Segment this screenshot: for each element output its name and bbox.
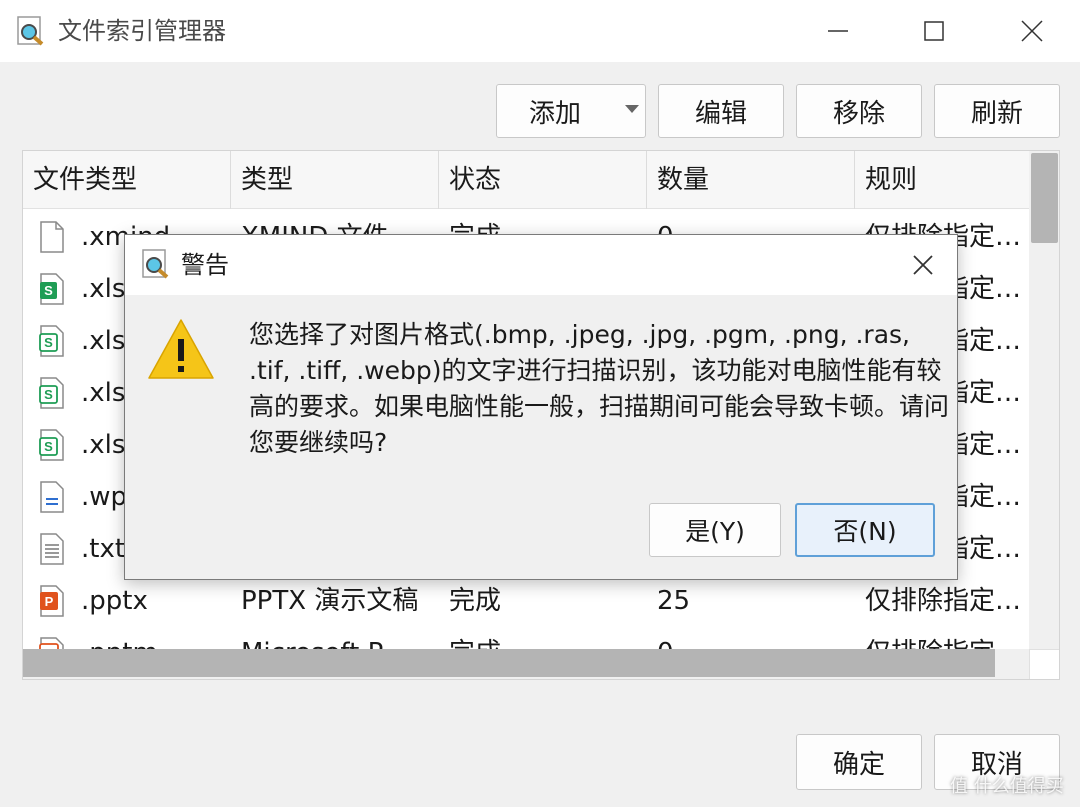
edit-button-label: 编辑 xyxy=(694,98,747,129)
maximize-icon xyxy=(924,21,944,41)
table-header: 文件类型 类型 状态 数量 规则 xyxy=(23,151,1029,209)
ok-button-label: 确定 xyxy=(832,749,885,780)
close-icon xyxy=(913,255,933,275)
spreadsheet-outline-icon: S xyxy=(39,325,64,357)
no-button[interactable]: 否(N) xyxy=(795,503,935,557)
minimize-icon xyxy=(828,30,848,32)
window-title: 文件索引管理器 xyxy=(58,17,226,45)
yes-button[interactable]: 是(Y) xyxy=(649,503,781,557)
magnifier-app-icon xyxy=(17,16,44,46)
svg-text:S: S xyxy=(44,387,53,402)
text-file-icon xyxy=(40,533,64,565)
minimize-button[interactable] xyxy=(818,12,858,50)
close-icon xyxy=(1021,20,1043,42)
column-header-count[interactable]: 数量 xyxy=(647,151,855,209)
svg-text:S: S xyxy=(44,439,53,454)
document-blue-icon xyxy=(40,481,64,513)
column-header-type[interactable]: 类型 xyxy=(231,151,439,209)
svg-text:P: P xyxy=(45,594,54,609)
yes-button-label: 是(Y) xyxy=(685,517,745,546)
column-header-status[interactable]: 状态 xyxy=(439,151,647,209)
magnifier-app-icon xyxy=(142,249,169,279)
warning-icon xyxy=(148,319,214,379)
spreadsheet-outline-icon: S xyxy=(39,429,64,461)
cell-rule: 仅排除指定… xyxy=(865,586,1022,616)
close-button[interactable] xyxy=(1012,12,1052,50)
add-button-label: 添加 xyxy=(529,98,582,129)
watermark-text: 值 什么值得买 xyxy=(950,776,1064,797)
cell-type: PPTX 演示文稿 xyxy=(241,586,419,616)
cell-status: 完成 xyxy=(449,586,502,616)
horizontal-scrollbar[interactable] xyxy=(23,649,1029,679)
vertical-scroll-thumb[interactable] xyxy=(1031,153,1058,243)
dialog-title: 警告 xyxy=(181,251,229,279)
column-header-file-type[interactable]: 文件类型 xyxy=(23,151,231,209)
spreadsheet-green-icon: S xyxy=(40,273,64,305)
cell-extension: .pptx xyxy=(81,586,148,616)
remove-button[interactable]: 移除 xyxy=(796,84,922,138)
vertical-scrollbar[interactable] xyxy=(1029,151,1059,649)
remove-button-label: 移除 xyxy=(832,98,885,129)
blank-file-icon xyxy=(40,221,64,253)
horizontal-scroll-thumb[interactable] xyxy=(23,649,995,677)
svg-text:S: S xyxy=(44,283,53,298)
no-button-label: 否(N) xyxy=(833,517,897,546)
svg-text:S: S xyxy=(44,335,53,350)
dialog-title-bar: 警告 xyxy=(125,235,957,295)
presentation-orange-icon: P xyxy=(40,585,64,617)
dropdown-arrow-icon[interactable] xyxy=(625,105,639,113)
maximize-button[interactable] xyxy=(914,12,954,50)
dialog-message: 您选择了对图片格式(.bmp, .jpeg, .jpg, .pgm, .png,… xyxy=(249,320,950,457)
add-button[interactable]: 添加 xyxy=(496,84,646,138)
scrollbar-corner xyxy=(1029,649,1059,679)
warning-dialog: 警告 您选择了对图片格式(.bmp, .jpeg, .jpg, .pgm, .p… xyxy=(124,234,958,580)
column-header-rule[interactable]: 规则 xyxy=(855,151,1029,209)
watermark: 值 什么值得买 xyxy=(950,772,1064,798)
title-bar: 文件索引管理器 xyxy=(0,0,1080,62)
table-row[interactable]: P .pptx PPTX 演示文稿 完成 25 仅排除指定… xyxy=(23,575,1029,627)
dialog-close-button[interactable] xyxy=(903,245,943,285)
refresh-button[interactable]: 刷新 xyxy=(934,84,1060,138)
cell-count: 25 xyxy=(657,586,691,616)
spreadsheet-outline-icon: S xyxy=(39,377,64,409)
edit-button[interactable]: 编辑 xyxy=(658,84,784,138)
ok-button[interactable]: 确定 xyxy=(796,734,922,790)
refresh-button-label: 刷新 xyxy=(970,98,1023,129)
